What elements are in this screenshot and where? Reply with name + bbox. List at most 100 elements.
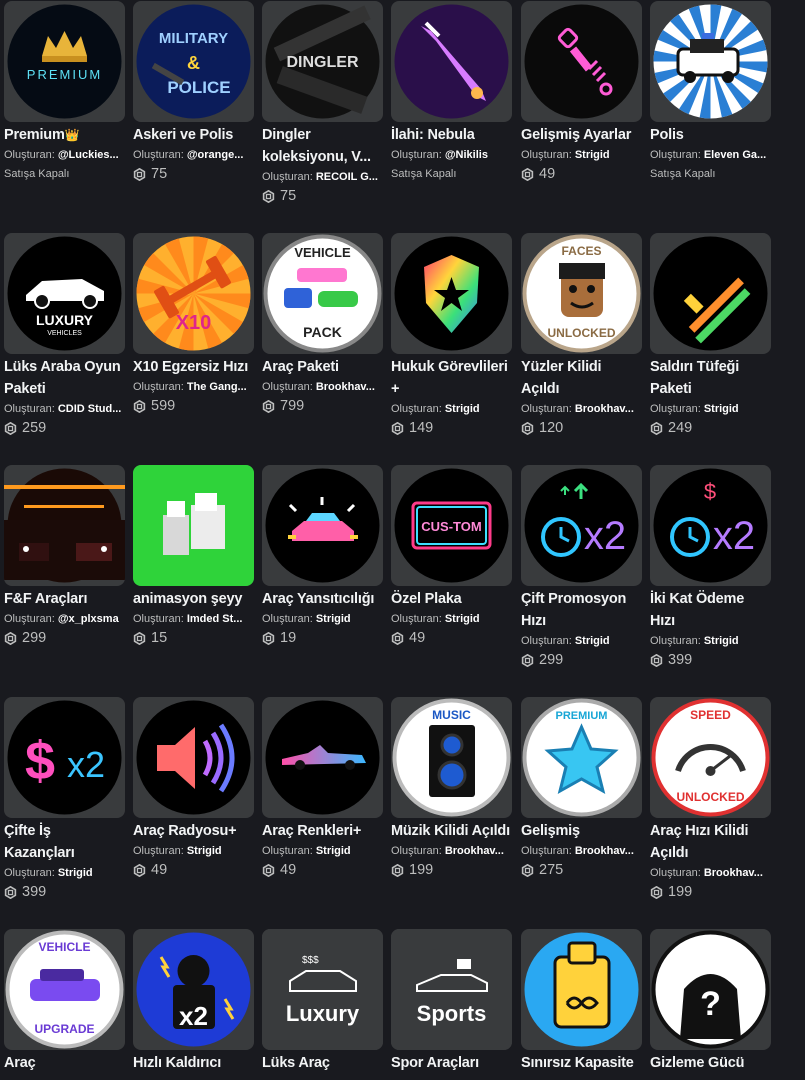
catalog-item-card[interactable]: Hukuk Görevlileri + Oluşturan: Strigid 149 [391, 233, 512, 439]
catalog-item-card[interactable]: MUSIC Müzik Kilidi Açıldı Oluşturan: Brook… [391, 697, 512, 881]
catalog-item-card[interactable]: Sports Spor Araçları [391, 929, 512, 1074]
item-thumbnail[interactable]: ? [650, 929, 771, 1050]
item-title[interactable]: Müzik Kilidi Açıldı [391, 820, 512, 842]
item-thumbnail[interactable]: $ x2 [4, 697, 125, 818]
item-title[interactable]: Çift Promosyon Hızı [521, 588, 642, 632]
catalog-item-card[interactable]: $$$ Luxury Lüks Araç [262, 929, 383, 1074]
catalog-item-card[interactable]: SPEED UNLOCKED Araç Hızı Kilidi Açıldı Oluş… [650, 697, 771, 903]
item-thumbnail[interactable] [391, 233, 512, 354]
creator-link[interactable]: Strigid [704, 635, 739, 647]
catalog-item-card[interactable]: PREMIUM Premium👑 Oluşturan: @Luckies... Sat… [4, 1, 125, 185]
item-thumbnail[interactable] [4, 465, 125, 586]
item-thumbnail[interactable]: PREMIUM [521, 697, 642, 818]
catalog-item-card[interactable]: animasyon şeyy Oluşturan: Imded St... 15 [133, 465, 254, 649]
item-title[interactable]: Spor Araçları [391, 1052, 512, 1074]
creator-link[interactable]: Brookhav... [704, 867, 763, 879]
item-title[interactable]: Araç Renkleri+ [262, 820, 383, 842]
item-title[interactable]: İki Kat Ödeme Hızı [650, 588, 771, 632]
item-thumbnail[interactable] [391, 1, 512, 122]
item-title[interactable]: X10 Egzersiz Hızı [133, 356, 254, 378]
creator-link[interactable]: Strigid [445, 613, 480, 625]
item-thumbnail[interactable]: LUXURY VEHICLES [4, 233, 125, 354]
catalog-item-card[interactable]: VEHICLE UPGRADE Araç [4, 929, 125, 1074]
item-title[interactable]: F&F Araçları [4, 588, 125, 610]
creator-link[interactable]: Strigid [316, 613, 351, 625]
item-title[interactable]: Gelişmiş [521, 820, 642, 842]
item-thumbnail[interactable] [650, 1, 771, 122]
item-title[interactable]: Lüks Araç [262, 1052, 383, 1074]
catalog-item-card[interactable]: Sınırsız Kapasite [521, 929, 642, 1074]
item-title[interactable]: Saldırı Tüfeği Paketi [650, 356, 771, 400]
item-thumbnail[interactable]: DINGLER [262, 1, 383, 122]
item-thumbnail[interactable]: Sports [391, 929, 512, 1050]
item-thumbnail[interactable]: x2 $ [650, 465, 771, 586]
item-title[interactable]: Gelişmiş Ayarlar [521, 124, 642, 146]
item-thumbnail[interactable]: MUSIC [391, 697, 512, 818]
creator-link[interactable]: Strigid [316, 845, 351, 857]
item-title[interactable]: Dingler koleksiyonu, V... [262, 124, 383, 168]
creator-link[interactable]: @orange... [187, 149, 244, 161]
item-thumbnail[interactable]: CUS-TOM [391, 465, 512, 586]
item-title[interactable]: Askeri ve Polis [133, 124, 254, 146]
creator-link[interactable]: @x_plxsma [58, 613, 119, 625]
item-thumbnail[interactable] [262, 465, 383, 586]
creator-link[interactable]: Strigid [58, 867, 93, 879]
creator-link[interactable]: CDID Stud... [58, 403, 122, 415]
item-title[interactable]: Çifte İş Kazançları [4, 820, 125, 864]
creator-link[interactable]: RECOIL G... [316, 171, 378, 183]
catalog-item-card[interactable]: $ x2 Çifte İş Kazançları Oluşturan: Strigid… [4, 697, 125, 903]
creator-link[interactable]: @Nikilis [445, 149, 488, 161]
item-thumbnail[interactable]: VEHICLE UPGRADE [4, 929, 125, 1050]
catalog-item-card[interactable]: Saldırı Tüfeği Paketi Oluşturan: Strigid 2… [650, 233, 771, 439]
item-title[interactable]: Sınırsız Kapasite [521, 1052, 642, 1074]
creator-link[interactable]: Strigid [445, 403, 480, 415]
catalog-item-card[interactable]: İlahi: Nebula Oluşturan: @Nikilis Satışa K… [391, 1, 512, 185]
catalog-item-card[interactable]: PREMIUM Gelişmiş Oluşturan: Brookhav... 275 [521, 697, 642, 881]
item-thumbnail[interactable]: MILITARY & POLICE [133, 1, 254, 122]
catalog-item-card[interactable]: Araç Renkleri+ Oluşturan: Strigid 49 [262, 697, 383, 881]
item-title[interactable]: Araç Hızı Kilidi Açıldı [650, 820, 771, 864]
item-thumbnail[interactable] [521, 1, 642, 122]
creator-link[interactable]: Strigid [704, 403, 739, 415]
catalog-item-card[interactable]: F&F Araçları Oluşturan: @x_plxsma 299 [4, 465, 125, 649]
item-title[interactable]: Özel Plaka [391, 588, 512, 610]
item-thumbnail[interactable]: X10 [133, 233, 254, 354]
item-thumbnail[interactable]: FACES UNLOCKED [521, 233, 642, 354]
catalog-item-card[interactable]: DINGLER Dingler koleksiyonu, V... Oluştura… [262, 1, 383, 207]
item-title[interactable]: Yüzler Kilidi Açıldı [521, 356, 642, 400]
catalog-item-card[interactable]: VEHICLE PACK Araç Paketi Oluşturan: Brookha… [262, 233, 383, 417]
creator-link[interactable]: Imded St... [187, 613, 243, 625]
creator-link[interactable]: Brookhav... [445, 845, 504, 857]
creator-link[interactable]: Brookhav... [575, 845, 634, 857]
item-title[interactable]: Araç Paketi [262, 356, 383, 378]
item-title[interactable]: Premium👑 [4, 124, 125, 146]
catalog-item-card[interactable]: Polis Oluşturan: Eleven Ga... Satışa Kapal… [650, 1, 771, 185]
catalog-item-card[interactable]: Gelişmiş Ayarlar Oluşturan: Strigid 49 [521, 1, 642, 185]
item-title[interactable]: animasyon şeyy [133, 588, 254, 610]
item-title[interactable]: Polis [650, 124, 771, 146]
catalog-item-card[interactable]: ? Gizleme Gücü [650, 929, 771, 1074]
item-title[interactable]: Lüks Araba Oyun Paketi [4, 356, 125, 400]
item-title[interactable]: Hukuk Görevlileri + [391, 356, 512, 400]
catalog-item-card[interactable]: MILITARY & POLICE Askeri ve Polis Oluşturan:… [133, 1, 254, 185]
catalog-item-card[interactable]: X10 X10 Egzersiz Hızı Oluşturan: The Gang.… [133, 233, 254, 417]
item-thumbnail[interactable] [133, 465, 254, 586]
item-thumbnail[interactable]: x2 [521, 465, 642, 586]
creator-link[interactable]: Strigid [575, 149, 610, 161]
item-title[interactable]: Gizleme Gücü [650, 1052, 771, 1074]
item-thumbnail[interactable]: PREMIUM [4, 1, 125, 122]
item-thumbnail[interactable]: SPEED UNLOCKED [650, 697, 771, 818]
catalog-item-card[interactable]: CUS-TOM Özel Plaka Oluşturan: Strigid 49 [391, 465, 512, 649]
creator-link[interactable]: Strigid [575, 635, 610, 647]
item-thumbnail[interactable] [133, 697, 254, 818]
creator-link[interactable]: Brookhav... [575, 403, 634, 415]
item-thumbnail[interactable] [521, 929, 642, 1050]
creator-link[interactable]: The Gang... [187, 381, 247, 393]
creator-link[interactable]: @Luckies... [58, 149, 119, 161]
creator-link[interactable]: Strigid [187, 845, 222, 857]
item-thumbnail[interactable]: $$$ Luxury [262, 929, 383, 1050]
catalog-item-card[interactable]: FACES UNLOCKED Yüzler Kilidi Açıldı Oluştur… [521, 233, 642, 439]
item-thumbnail[interactable]: VEHICLE PACK [262, 233, 383, 354]
item-title[interactable]: Hızlı Kaldırıcı [133, 1052, 254, 1074]
creator-link[interactable]: Brookhav... [316, 381, 375, 393]
